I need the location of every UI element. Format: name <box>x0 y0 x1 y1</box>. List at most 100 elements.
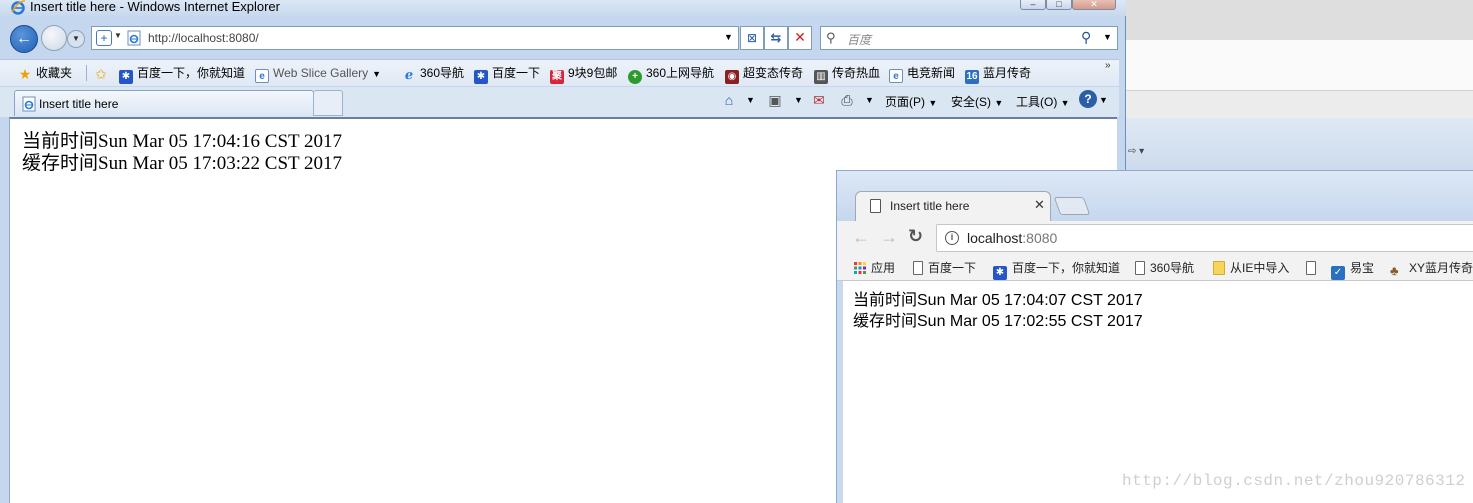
back-arrow-icon: ← <box>16 30 32 47</box>
favorites-button[interactable]: ★ 收藏夹 <box>18 64 72 82</box>
refresh-button[interactable]: ⇆ <box>764 26 788 50</box>
search-options-icon[interactable]: ▼ <box>1103 32 1112 42</box>
bookmark-link[interactable]: ✱ 百度一下，你就知道 <box>993 260 1120 280</box>
yibao-icon: ✓ <box>1331 266 1345 280</box>
recent-pages-dropdown[interactable]: ▼ <box>67 30 85 48</box>
close-window-button[interactable]: ✕ <box>1072 0 1116 10</box>
baidu-paw-icon: ✱ <box>993 266 1007 280</box>
bookmark-label: XY蓝月传奇 <box>1409 261 1473 275</box>
chevron-down-icon[interactable]: ▼ <box>746 95 755 105</box>
chevron-down-icon: ▼ <box>1060 98 1070 108</box>
close-tab-icon[interactable]: ✕ <box>1034 197 1045 213</box>
back-arrow-icon[interactable]: ← <box>852 227 870 248</box>
search-provider-icon: ⚲ <box>826 30 836 45</box>
reload-icon[interactable]: ↻ <box>908 226 923 247</box>
menu-safety[interactable]: 安全(S) ▼ <box>951 93 1003 110</box>
watermark: http://blog.csdn.net/zhou920786312 <box>1122 472 1466 490</box>
game-icon: ♣ <box>1390 263 1399 278</box>
add-favorite-button[interactable]: ✩ <box>94 64 112 82</box>
favorite-label: 百度一下，你就知道 <box>137 66 246 80</box>
minimize-button[interactable]: – <box>1020 0 1046 10</box>
favorite-link[interactable]: 聚 9块9包邮 <box>550 64 617 84</box>
menu-tools-label: 工具(O) <box>1016 95 1058 109</box>
info-icon[interactable]: i <box>945 231 959 245</box>
back-button[interactable]: ← <box>10 25 38 53</box>
tab-insert-title[interactable]: Insert title here ✕ <box>855 191 1051 221</box>
tab-label: Insert title here <box>890 199 970 213</box>
game-icon: ◉ <box>725 70 739 84</box>
ie-title-bar: Insert title here - Windows Internet Exp… <box>0 0 1126 16</box>
chevron-down-icon[interactable]: ▼ <box>1099 95 1108 105</box>
ie-window-title: Insert title here - Windows Internet Exp… <box>30 0 280 14</box>
print-icon[interactable]: ⎙ <box>838 91 856 109</box>
favorite-link[interactable]: 16 蓝月传奇 <box>965 64 1031 84</box>
tab-insert-title[interactable]: Insert title here <box>14 90 314 116</box>
help-icon[interactable]: ? <box>1079 90 1097 108</box>
tab-label: Insert title here <box>39 97 119 111</box>
ie-page-icon: e <box>889 69 903 83</box>
forward-button[interactable] <box>41 25 67 51</box>
ie-logo-icon <box>11 0 26 15</box>
game-icon: ▥ <box>814 70 828 84</box>
red-square-icon: 聚 <box>550 70 564 84</box>
favorite-link[interactable]: ◉ 超变态传奇 <box>725 64 804 84</box>
background-window-toolbar <box>1125 90 1473 118</box>
search-box[interactable]: ⚲ 百度 ⚲ ▼ <box>820 26 1118 50</box>
bookmark-link[interactable] <box>1306 260 1321 276</box>
favorite-label: 360上网导航 <box>646 66 715 80</box>
new-tab-button[interactable] <box>1053 197 1091 215</box>
mail-icon[interactable]: ✉ <box>810 91 828 109</box>
feeds-icon[interactable]: ▣ <box>766 91 784 109</box>
favorite-label: 传奇热血 <box>832 66 881 80</box>
bookmark-link[interactable]: ♣ XY蓝月传奇 <box>1390 260 1473 278</box>
favorite-link[interactable]: ✱ 百度一下 <box>474 64 540 84</box>
chevron-down-icon[interactable]: ▼ <box>794 95 803 105</box>
stop-button[interactable]: ✕ <box>788 26 812 50</box>
bookmark-apps[interactable]: 应用 <box>854 260 895 276</box>
maximize-button[interactable]: □ <box>1046 0 1072 10</box>
home-icon[interactable]: ⌂ <box>720 91 738 109</box>
favorite-link[interactable]: e 电竞新闻 <box>889 64 955 83</box>
cached-time-text: 缓存时间Sun Mar 05 17:02:55 CST 2017 <box>853 313 1143 330</box>
ie-page-icon: e <box>255 69 269 83</box>
favorite-link[interactable]: ✱ 百度一下，你就知道 <box>119 64 246 84</box>
menu-tools[interactable]: 工具(O) ▼ <box>1016 93 1070 110</box>
favorites-label: 收藏夹 <box>36 66 73 80</box>
url-host: localhost <box>967 230 1023 246</box>
address-bar[interactable]: + ▼ http://localhost:8080/ ▼ <box>91 26 739 50</box>
favorite-link[interactable]: ▥ 传奇热血 <box>814 64 881 84</box>
site-identity-icon[interactable]: + <box>96 30 112 46</box>
green-plus-icon: + <box>628 70 642 84</box>
bookmark-folder[interactable]: 从IE中导入 <box>1213 260 1289 276</box>
chevron-down-icon[interactable]: ▼ <box>865 95 874 105</box>
bookmark-link[interactable]: 百度一下 <box>913 260 976 276</box>
favorite-link[interactable]: ℯ 360导航 <box>402 64 464 82</box>
current-time-text: 当前时间Sun Mar 05 17:04:07 CST 2017 <box>853 292 1143 309</box>
baidu-paw-icon: ✱ <box>474 70 488 84</box>
chevron-down-icon[interactable]: ▼ <box>114 31 122 40</box>
favorite-link[interactable]: +360上网导航 <box>628 64 715 84</box>
bookmark-label: 易宝 <box>1350 261 1375 275</box>
compatibility-view-button[interactable]: ⊠ <box>740 26 764 50</box>
favorite-link[interactable]: e Web Slice Gallery ▼ <box>255 64 381 83</box>
chrome-tab-strip: Insert title here ✕ <box>837 171 1473 221</box>
bookmark-link[interactable]: 360导航 <box>1135 260 1194 276</box>
apps-grid-icon <box>854 262 866 274</box>
ie-page-icon <box>127 30 141 46</box>
chevron-more-icon[interactable]: » <box>1105 60 1111 71</box>
address-dropdown-icon[interactable]: ▼ <box>724 32 733 42</box>
favorite-label: 超变态传奇 <box>743 66 804 80</box>
menu-page[interactable]: 页面(P) ▼ <box>885 93 937 110</box>
omnibox[interactable]: i localhost:8080 <box>936 224 1473 252</box>
divider <box>86 65 87 81</box>
page-icon <box>870 199 881 213</box>
bookmark-link[interactable]: ✓ 易宝 <box>1331 260 1374 280</box>
favorite-label: Web Slice Gallery <box>273 66 369 80</box>
new-tab-button[interactable] <box>313 90 343 116</box>
chevron-down-icon: ▼ <box>72 34 80 43</box>
search-input[interactable]: 百度 <box>847 31 871 48</box>
search-icon[interactable]: ⚲ <box>1081 29 1091 46</box>
background-window-titlebar <box>1125 0 1473 40</box>
bookmark-label: 百度一下 <box>928 261 977 275</box>
forward-arrow-icon[interactable]: → <box>880 227 898 248</box>
